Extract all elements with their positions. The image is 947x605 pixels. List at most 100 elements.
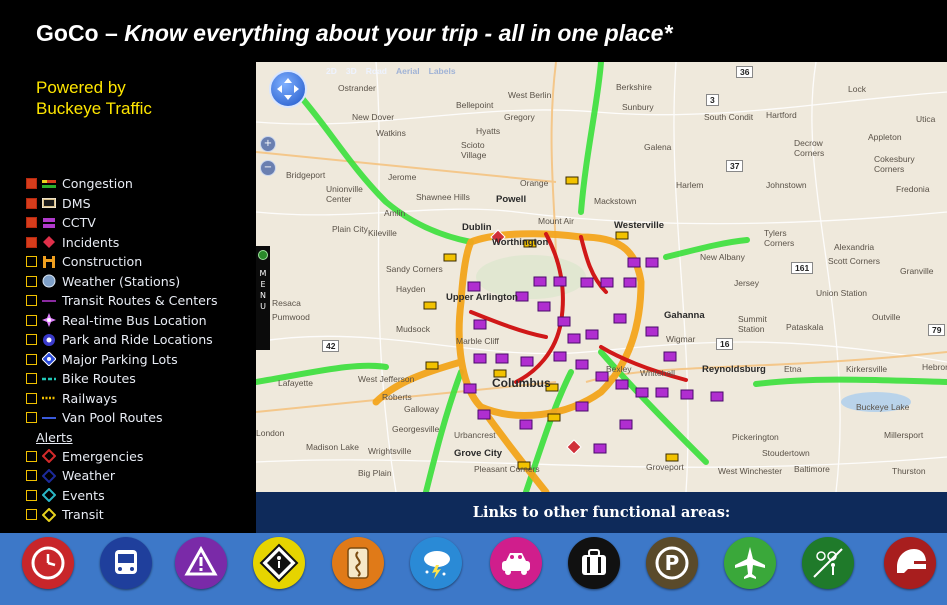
tagline: Know everything about your trip - all in… xyxy=(124,20,673,46)
route-shield: 79 xyxy=(928,324,946,336)
layer-checkbox[interactable] xyxy=(26,275,37,287)
map-label: Upper Arlington xyxy=(446,292,518,303)
layer-checkbox[interactable] xyxy=(26,256,37,268)
pan-control[interactable] xyxy=(269,70,307,108)
helmet-icon[interactable] xyxy=(884,537,936,589)
map-label: Roberts xyxy=(382,392,412,402)
layer-label: Weather (Stations) xyxy=(62,273,181,289)
parking-icon[interactable]: P xyxy=(646,537,698,589)
layer-checkbox[interactable] xyxy=(26,236,37,248)
pedestrian-sign-icon[interactable] xyxy=(253,537,305,589)
layer-checkbox[interactable] xyxy=(26,314,37,326)
bus-icon[interactable] xyxy=(100,537,152,589)
layer-checkbox[interactable] xyxy=(26,178,37,190)
labels-toggle[interactable]: Labels xyxy=(429,66,456,80)
layer-checkbox[interactable] xyxy=(26,412,37,424)
map-label: Grove City xyxy=(454,448,503,459)
layer-checkbox[interactable] xyxy=(26,450,37,462)
layer-bike-routes[interactable]: Bike Routes xyxy=(26,369,218,389)
route-sign-icon[interactable] xyxy=(332,537,384,589)
parking-lot-icon xyxy=(42,352,56,367)
layer-checkbox[interactable] xyxy=(26,353,37,365)
layer-van-pool[interactable]: Van Pool Routes xyxy=(26,408,218,428)
layer-checkbox[interactable] xyxy=(26,334,37,346)
map-label: Summit Station xyxy=(738,314,767,334)
map-label: Ostrander xyxy=(338,83,376,93)
van-pool-icon xyxy=(42,411,56,425)
layer-checkbox[interactable] xyxy=(26,295,37,307)
map-label: Tylers Corners xyxy=(764,228,795,248)
map-label: Hyatts xyxy=(476,126,501,136)
layer-label: Railways xyxy=(62,390,118,406)
airport-icon[interactable] xyxy=(724,537,776,589)
powered-by: Powered by Buckeye Traffic xyxy=(36,77,236,119)
layer-bus-location[interactable]: Real-time Bus Location xyxy=(26,311,218,331)
layer-railways[interactable]: Railways xyxy=(26,389,218,409)
weather-station-icon xyxy=(42,274,56,288)
layer-checkbox[interactable] xyxy=(26,197,37,209)
cctv-markers xyxy=(423,176,724,470)
layer-transit-routes[interactable]: Transit Routes & Centers xyxy=(26,291,218,311)
page-title: GoCo – Know everything about your trip -… xyxy=(36,20,672,47)
alert-emergencies[interactable]: Emergencies xyxy=(26,447,218,467)
map-label: Hayden xyxy=(396,284,426,294)
map-label: Johnstown xyxy=(766,180,807,190)
layer-congestion[interactable]: Congestion xyxy=(26,174,218,194)
map-menu-tab[interactable]: M E N U xyxy=(256,246,270,350)
layer-construction[interactable]: Construction xyxy=(26,252,218,272)
layer-label: CCTV xyxy=(62,215,96,231)
map-label: Hartford xyxy=(766,110,797,120)
layer-label: DMS xyxy=(62,195,91,211)
layer-label: Construction xyxy=(62,254,143,270)
carpool-icon[interactable] xyxy=(490,537,542,589)
map-label: Sandy Corners xyxy=(386,264,443,274)
layer-weather-stations[interactable]: Weather (Stations) xyxy=(26,272,218,292)
layer-checkbox[interactable] xyxy=(26,373,37,385)
traffic-map[interactable]: Ostrander West Berlin Berkshire New Dove… xyxy=(256,62,947,492)
layer-checkbox[interactable] xyxy=(26,217,37,229)
layer-cctv[interactable]: CCTV xyxy=(26,213,218,233)
map-label: Scioto Village xyxy=(461,140,487,160)
map-label: Utica xyxy=(916,114,936,124)
zoom-out-button[interactable]: − xyxy=(260,160,276,176)
bike-route-icon xyxy=(42,372,56,386)
clock-icon[interactable] xyxy=(22,537,74,589)
route-shield: 3 xyxy=(706,94,719,106)
zoom-in-button[interactable]: + xyxy=(260,136,276,152)
map-label: Buckeye Lake xyxy=(856,402,910,412)
menu-label: M E N U xyxy=(259,269,267,311)
alert-weather[interactable]: Weather xyxy=(26,466,218,486)
powered-by-line2: Buckeye Traffic xyxy=(36,99,152,118)
luggage-icon[interactable] xyxy=(568,537,620,589)
layer-park-and-ride[interactable]: Park and Ride Locations xyxy=(26,330,218,350)
layer-incidents[interactable]: Incidents xyxy=(26,233,218,253)
map-label: Berkshire xyxy=(616,82,652,92)
layer-label: Congestion xyxy=(62,176,133,192)
alerts-heading: Alerts xyxy=(36,429,73,445)
map-label: Unionville Center xyxy=(326,184,363,204)
warning-icon[interactable] xyxy=(175,537,227,589)
congestion-icon xyxy=(42,177,56,191)
map-label: Bexley xyxy=(606,364,632,374)
map-label: Resaca xyxy=(272,298,301,308)
weather-icon[interactable] xyxy=(410,537,462,589)
bike-pedestrian-icon[interactable] xyxy=(802,537,854,589)
view-2d-button[interactable]: 2D xyxy=(326,66,337,80)
map-label: Amlin xyxy=(384,208,406,218)
aerial-view-button[interactable]: Aerial xyxy=(396,66,420,80)
map-label: Pataskala xyxy=(786,322,824,332)
map-label: Shawnee Hills xyxy=(416,192,470,202)
layer-checkbox[interactable] xyxy=(26,470,37,482)
route-shield: 36 xyxy=(736,66,754,78)
route-shield: 161 xyxy=(791,262,814,274)
road-view-button[interactable]: Road xyxy=(366,66,387,80)
layer-checkbox[interactable] xyxy=(26,392,37,404)
layer-dms[interactable]: DMS xyxy=(26,194,218,214)
view-3d-button[interactable]: 3D xyxy=(346,66,357,80)
map-label: Big Plain xyxy=(358,468,392,478)
powered-by-line1: Powered by xyxy=(36,78,126,97)
layer-parking-lots[interactable]: Major Parking Lots xyxy=(26,350,218,370)
pan-arrows-icon xyxy=(277,78,299,100)
layer-label: Real-time Bus Location xyxy=(62,312,207,328)
map-label: Mackstown xyxy=(594,196,637,206)
